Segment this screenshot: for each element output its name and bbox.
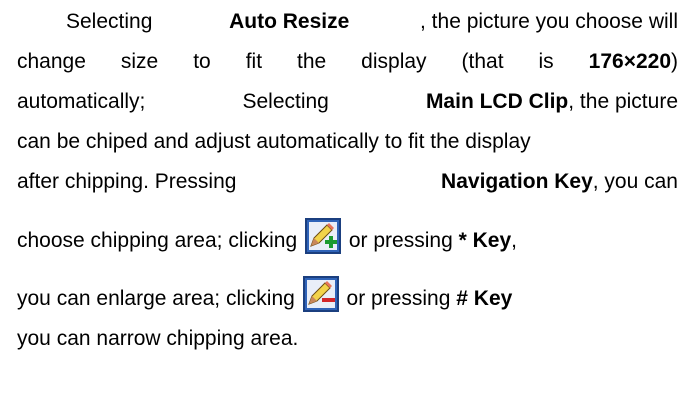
text-line-2: change size to fit the display (that is …	[17, 50, 678, 74]
text: )	[671, 50, 678, 73]
text: or pressing	[346, 287, 451, 310]
text: is	[538, 50, 554, 73]
text: ,	[511, 229, 517, 252]
text: (that	[461, 50, 504, 73]
text: , you can	[592, 170, 678, 193]
text: display	[361, 50, 427, 73]
text-line-4: can be chiped and adjust automatically t…	[17, 130, 678, 154]
text: , the picture you choose will	[420, 10, 678, 33]
term-hash-key: # Key	[456, 287, 513, 310]
text: or pressing	[348, 229, 453, 252]
term-resolution: 176×220	[588, 50, 671, 73]
term-main-lcd-clip: Main LCD Clip	[425, 90, 569, 113]
pencil-plus-icon	[305, 218, 342, 254]
text: size	[120, 50, 159, 73]
text-line-5: after chipping. Pressing Navigation Key,…	[17, 170, 678, 194]
text: choose chipping area; clicking	[17, 229, 298, 252]
pencil-minus-icon	[302, 276, 339, 312]
text: automatically;	[17, 90, 146, 113]
text: change	[17, 50, 86, 73]
text-line-7: you can enlarge area; clicking or pressi…	[17, 276, 678, 312]
text: to	[193, 50, 211, 73]
text: can be chiped and adjust automatically t…	[17, 130, 531, 153]
term-star-key: * Key	[458, 229, 512, 252]
manual-paragraph: Selecting Auto Resize , the picture you …	[0, 0, 696, 410]
text: Selecting	[66, 10, 153, 33]
text-line-3: automatically; Selecting Main LCD Clip, …	[17, 90, 678, 114]
text-line-6: choose chipping area; clicking or pressi…	[17, 218, 678, 254]
text-line-8: you can narrow chipping area.	[17, 327, 678, 351]
text-line-1: Selecting Auto Resize , the picture you …	[66, 10, 678, 34]
text: , the picture	[568, 90, 678, 113]
text: you can enlarge area; clicking	[17, 287, 295, 310]
term-auto-resize: Auto Resize	[229, 10, 350, 33]
text: Selecting	[242, 90, 329, 113]
text: after chipping. Pressing	[17, 170, 237, 193]
text: you can narrow chipping area.	[17, 327, 299, 350]
text: the	[297, 50, 327, 73]
text: fit	[245, 50, 263, 73]
term-navigation-key: Navigation Key	[441, 170, 593, 193]
